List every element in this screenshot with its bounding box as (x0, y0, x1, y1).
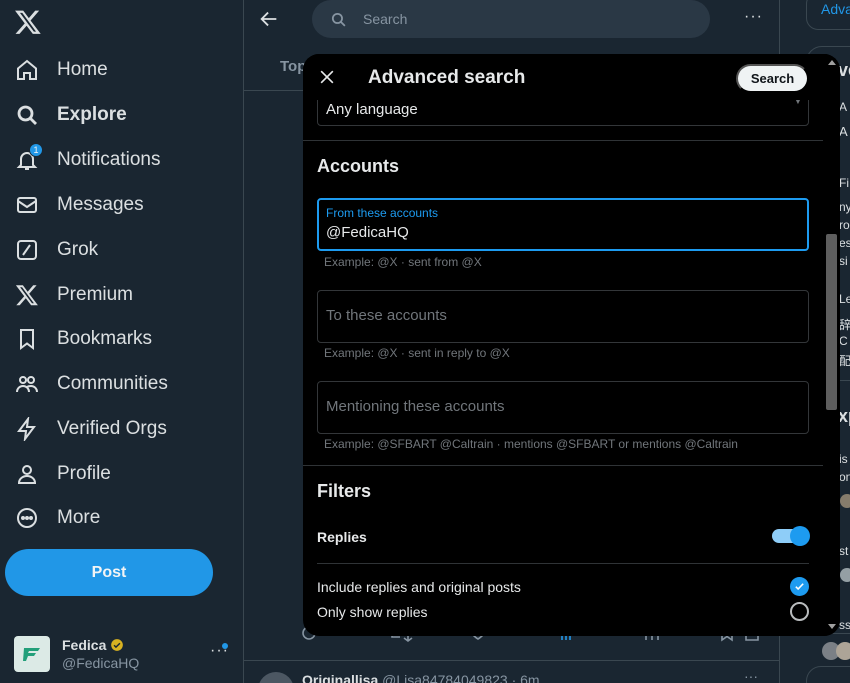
from-accounts-label: From these accounts (326, 206, 439, 220)
search-button[interactable]: Search (736, 64, 809, 93)
close-icon[interactable] (317, 67, 337, 87)
scroll-up-arrow-icon[interactable] (828, 60, 836, 65)
only-replies-radio[interactable] (790, 602, 809, 621)
include-replies-option-label[interactable]: Include replies and original posts (317, 579, 521, 595)
replies-label: Replies (317, 529, 367, 545)
to-accounts-field[interactable] (317, 290, 809, 343)
from-accounts-value[interactable]: @FedicaHQ (326, 224, 409, 241)
from-accounts-field[interactable]: From these accounts @FedicaHQ (317, 198, 809, 251)
accounts-heading: Accounts (317, 156, 400, 176)
include-replies-radio[interactable] (790, 577, 809, 596)
to-accounts-input[interactable] (326, 307, 796, 324)
only-replies-option-label[interactable]: Only show replies (317, 604, 428, 620)
toggle-knob (790, 526, 810, 546)
checkmark-icon (795, 583, 804, 591)
modal-scrollbar[interactable] (823, 54, 840, 636)
from-accounts-hint: Example: @X · sent from @X (324, 255, 482, 269)
divider (317, 563, 809, 564)
modal-title: Advanced search (368, 67, 526, 88)
advanced-search-dialog: Advanced search Search Any language ▼ Ac… (303, 54, 840, 636)
mentioning-accounts-hint: Example: @SFBART @Caltrain · mentions @S… (324, 437, 738, 451)
replies-toggle[interactable] (772, 526, 810, 546)
scrollbar-thumb[interactable] (826, 234, 837, 410)
language-value: Any language (326, 101, 418, 118)
mentioning-accounts-field[interactable] (317, 381, 809, 434)
mentioning-accounts-input[interactable] (326, 398, 796, 415)
to-accounts-hint: Example: @X · sent in reply to @X (324, 346, 510, 360)
filters-heading: Filters (317, 481, 372, 501)
scroll-down-arrow-icon[interactable] (828, 624, 836, 629)
modal-header: Advanced search Search (303, 54, 840, 100)
divider (303, 140, 823, 141)
divider (303, 465, 823, 466)
